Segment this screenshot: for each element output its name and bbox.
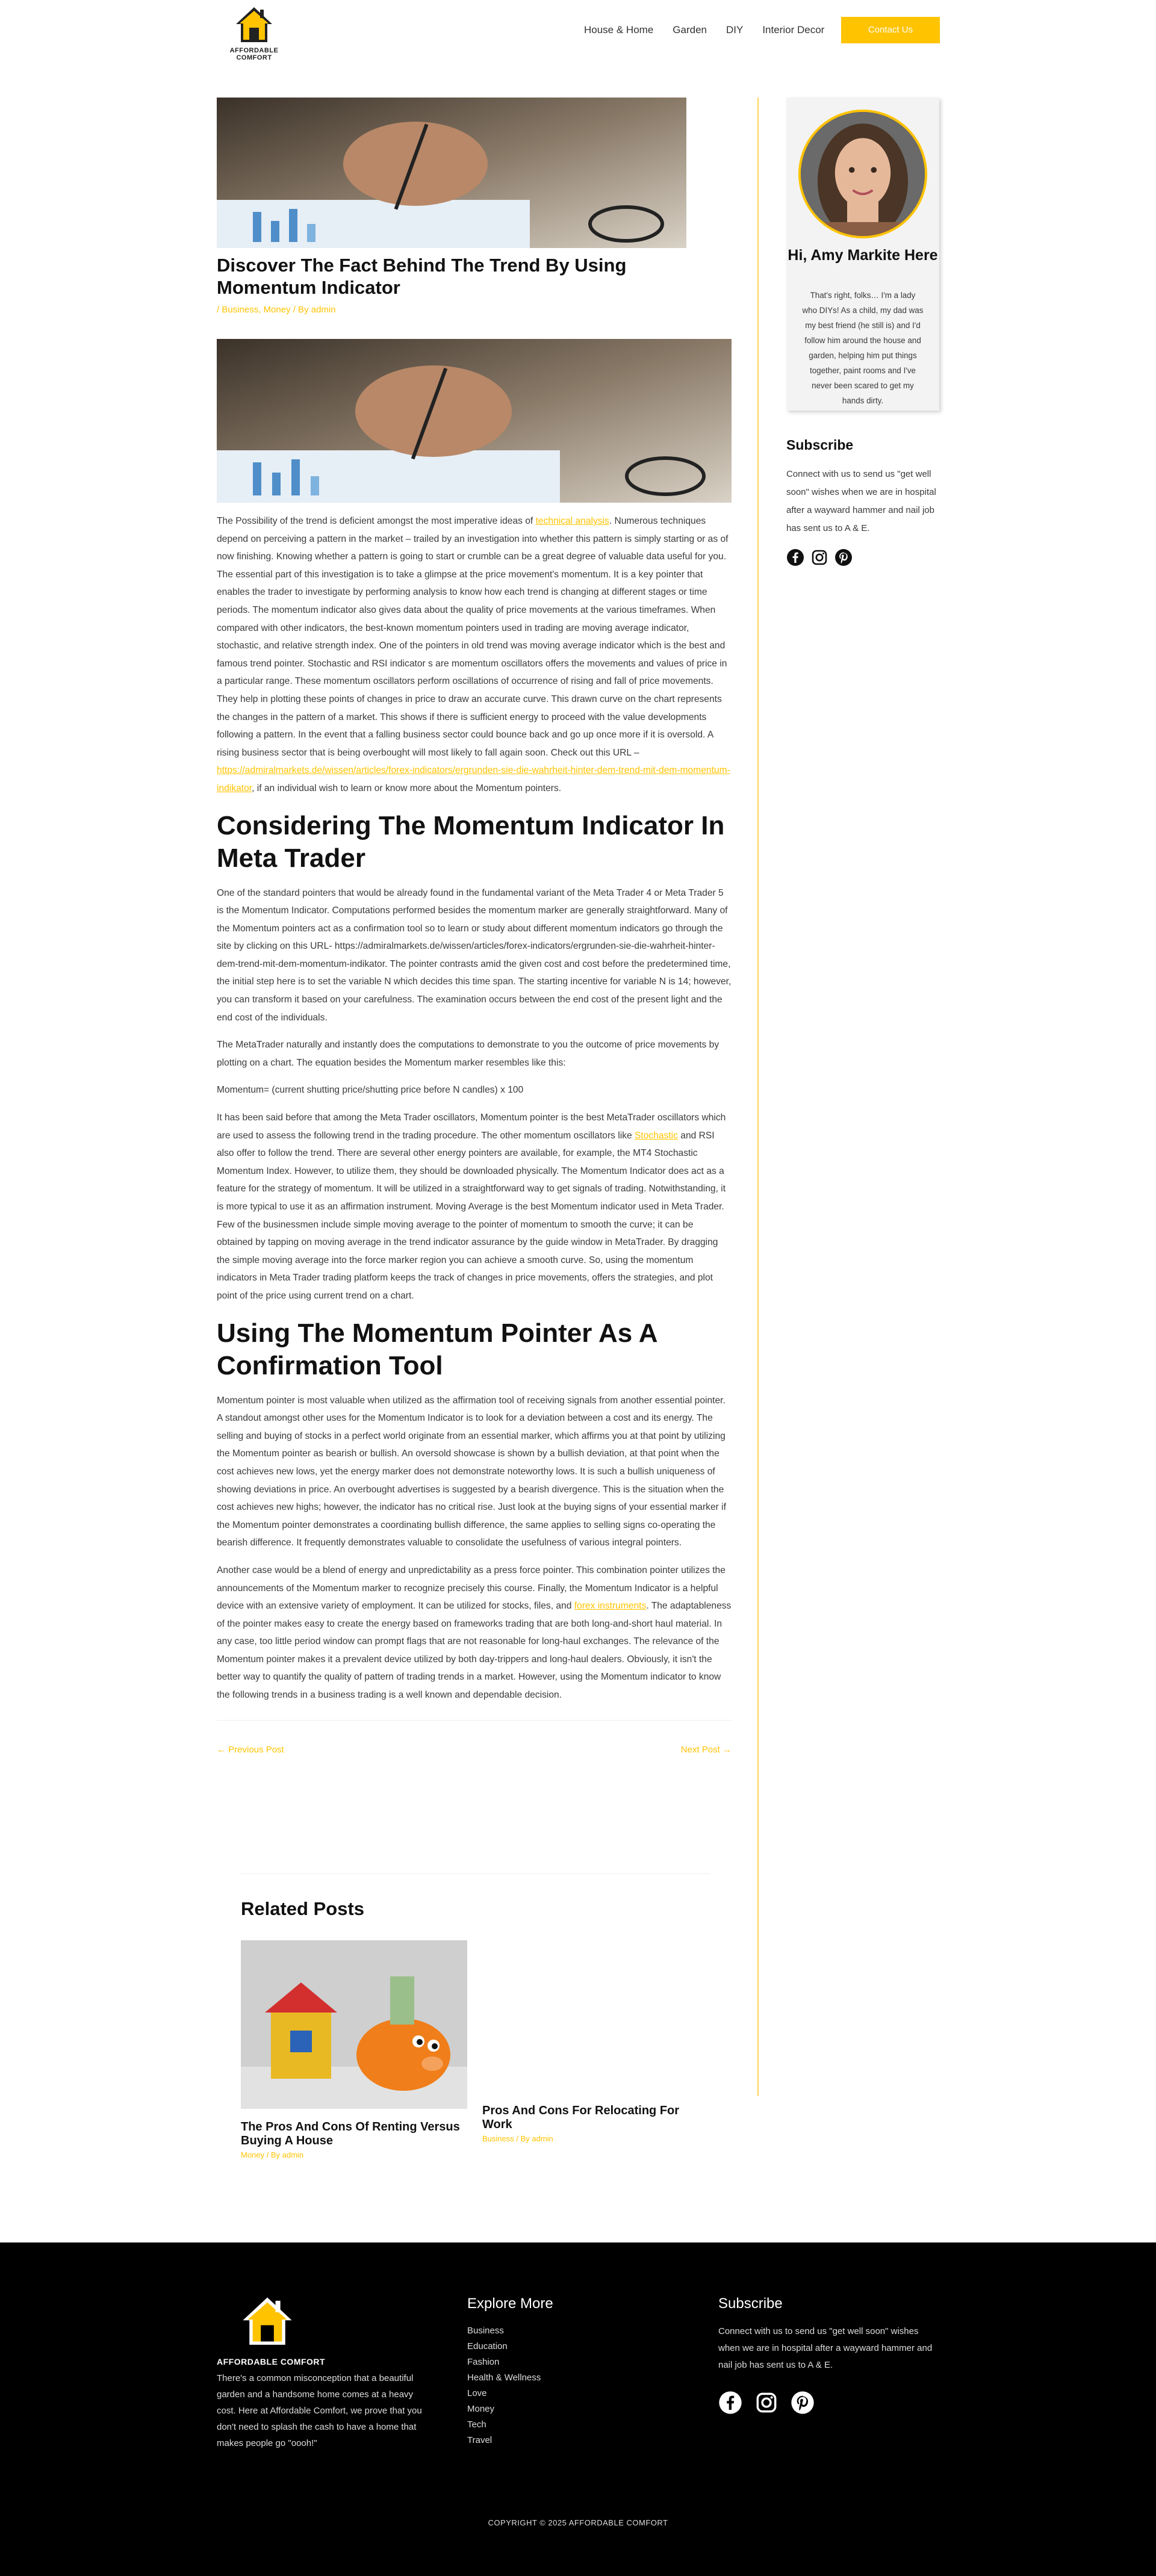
next-post-link[interactable]: Next Post → [681, 1745, 732, 1755]
article-paragraph: The Possibility of the trend is deficien… [217, 516, 730, 793]
previous-post-link[interactable]: ← Previous Post [217, 1745, 284, 1755]
forex-instruments-link[interactable]: forex instruments [574, 1601, 647, 1611]
footer-link-business[interactable]: Business [467, 2323, 553, 2339]
sidebar-subscribe-title: Subscribe [786, 437, 854, 453]
footer-house-logo-icon[interactable] [240, 2294, 295, 2350]
instagram-icon[interactable] [754, 2391, 778, 2415]
footer-social-links [718, 2391, 941, 2415]
contact-us-button[interactable]: Contact Us [841, 17, 940, 43]
footer-explore: Explore More Business Education Fashion … [467, 2295, 553, 2448]
instagram-icon[interactable] [810, 548, 828, 566]
article-paragraph: One of the standard pointers that would … [217, 887, 732, 1023]
footer-link-money[interactable]: Money [467, 2401, 553, 2417]
pinterest-icon[interactable] [791, 2391, 815, 2415]
footer-subscribe: Subscribe Connect with us to send us "ge… [718, 2295, 941, 2415]
nav-garden[interactable]: Garden [673, 23, 707, 37]
nav-house-home[interactable]: House & Home [584, 23, 653, 37]
house-logo-icon [236, 7, 272, 42]
section-heading: Considering The Momentum Indicator In Me… [217, 810, 725, 873]
author-name: Hi, Amy Markite Here [788, 247, 938, 264]
post-meta[interactable]: / Business, Money / By admin [217, 305, 732, 315]
related-posts: Related Posts The Pros And Cons Of Renti… [241, 1873, 710, 2159]
article: Discover The Fact Behind The Trend By Us… [217, 98, 732, 1755]
author-bio: That's right, folks… I'm a lady who DIYs… [802, 291, 924, 405]
related-posts-title: Related Posts [241, 1898, 365, 1919]
site-footer: AFFORDABLE COMFORT There's a common misc… [0, 2242, 1156, 2576]
footer-link-love[interactable]: Love [467, 2386, 553, 2401]
facebook-icon[interactable] [718, 2391, 742, 2415]
stochastic-link[interactable]: Stochastic [635, 1131, 678, 1141]
facebook-icon[interactable] [786, 548, 804, 566]
pinterest-icon[interactable] [834, 548, 853, 566]
footer-link-education[interactable]: Education [467, 2339, 553, 2354]
main-nav: House & Home Garden DIY Interior Decor [584, 23, 844, 37]
related-post-title[interactable]: Pros And Cons For Relocating For Work [482, 2104, 709, 2132]
article-paragraph: The MetaTrader naturally and instantly d… [217, 1040, 719, 1068]
sidebar-subscribe: Subscribe Connect with us to send us "ge… [786, 437, 943, 566]
article-paragraph: Another case would be a blend of energy … [217, 1565, 732, 1701]
article-image [217, 339, 732, 503]
sidebar-separator [757, 98, 759, 2096]
article-paragraph: It has been said before that among the M… [217, 1113, 726, 1301]
footer-subscribe-title: Subscribe [718, 2295, 783, 2312]
section-heading: Using The Momentum Pointer As A Confirma… [217, 1318, 657, 1380]
footer-brand-name: AFFORDABLE COMFORT [217, 2357, 326, 2367]
site-header: AFFORDABLE COMFORT House & Home Garden D… [0, 0, 1156, 61]
featured-image [217, 98, 686, 248]
author-avatar [798, 110, 927, 238]
related-posts-grid: The Pros And Cons Of Renting Versus Buyi… [241, 1940, 710, 2159]
article-paragraph: Momentum= (current shutting price/shutti… [217, 1085, 524, 1096]
divider [241, 1873, 710, 1874]
footer-description: There's a common misconception that a be… [217, 2373, 422, 2448]
footer-link-travel[interactable]: Travel [467, 2433, 553, 2448]
related-post-meta[interactable]: Money / By admin [241, 2150, 467, 2159]
sidebar-social-links [786, 548, 943, 566]
related-post-card[interactable]: The Pros And Cons Of Renting Versus Buyi… [241, 1940, 467, 2159]
footer-explore-title: Explore More [467, 2295, 553, 2312]
nav-interior-decor[interactable]: Interior Decor [762, 23, 824, 37]
copyright: COPYRIGHT © 2025 AFFORDABLE COMFORT [488, 2518, 668, 2527]
related-post-card[interactable]: Pros And Cons For Relocating For Work Bu… [482, 1940, 709, 2159]
related-post-image[interactable] [241, 1940, 467, 2109]
footer-link-health-wellness[interactable]: Health & Wellness [467, 2370, 553, 2386]
footer-link-tech[interactable]: Tech [467, 2417, 553, 2433]
post-navigation: ← Previous Post Next Post → [217, 1745, 732, 1755]
post-title[interactable]: Discover The Fact Behind The Trend By Us… [217, 254, 698, 299]
site-logo[interactable]: AFFORDABLE COMFORT [217, 5, 291, 61]
article-paragraph: Momentum pointer is most valuable when u… [217, 1395, 726, 1548]
footer-subscribe-text: Connect with us to send us "get well soo… [718, 2326, 933, 2370]
nav-diy[interactable]: DIY [726, 23, 743, 37]
related-post-title[interactable]: The Pros And Cons Of Renting Versus Buyi… [241, 2120, 467, 2148]
technical-analysis-link[interactable]: technical analysis [536, 516, 609, 526]
sidebar-subscribe-text: Connect with us to send us "get well soo… [786, 469, 936, 533]
brand-name: AFFORDABLE COMFORT [229, 47, 279, 61]
related-post-meta[interactable]: Business / By admin [482, 2134, 709, 2143]
footer-link-fashion[interactable]: Fashion [467, 2354, 553, 2370]
author-profile-card: Hi, Amy Markite Here That's right, folks… [786, 98, 939, 411]
divider [217, 1719, 732, 1721]
